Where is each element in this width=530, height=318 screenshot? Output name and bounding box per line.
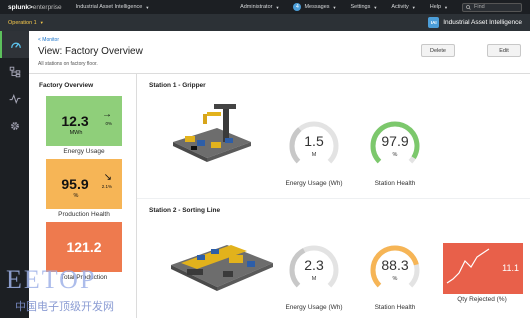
watermark-logo: EETOP [6,265,97,294]
operation-selector[interactable]: Operation 1 ▼ [8,20,44,26]
gauge-value: 97.9 [381,133,409,149]
gauge-unit: % [392,276,398,282]
sidebar-item-activity[interactable] [0,85,29,112]
trend-flat-icon: → [102,109,112,120]
gauge-unit: M [311,276,317,282]
sparkline-label: Qty Rejected (%) [457,296,507,303]
find-placeholder: Find [474,4,485,10]
gauge-label: Energy Usage (Wh) [285,304,343,311]
activity-label: Activity [391,4,409,10]
qty-rejected-tile[interactable]: 11.1 [443,243,523,294]
brand-enterprise: enterprise [32,3,62,11]
chevron-down-icon: ▼ [275,4,280,10]
station-title: Station 2 - Sorting Line [149,207,221,214]
gauge-label: Energy Usage (Wh) [285,180,343,187]
gauge-unit: M [311,152,317,158]
station-health-gauge: 97.9 % Station Health [365,119,425,199]
settings-menu[interactable]: Settings ▼ [350,4,377,10]
watermark-subtitle: 中国电子顶级开发网 [15,301,114,313]
breadcrumb[interactable]: < Monitor [38,37,521,43]
energy-usage-gauge: 2.3 M Energy Usage (Wh) [284,243,344,318]
messages-label: Messages [304,4,330,10]
help-label: Help [429,4,442,10]
gauge-label: Station Health [374,304,416,311]
operation-label: Operation 1 [8,19,37,26]
search-icon [466,4,471,10]
gauge-unit: % [392,152,398,158]
tile-value: 95.9 [61,176,89,192]
tile-value: 121.2 [66,239,102,255]
chevron-down-icon: ▼ [373,4,378,10]
sparkline-value: 11.1 [502,263,519,273]
energy-usage-gauge: 1.5 M Energy Usage (Wh) [284,119,344,199]
messages-menu[interactable]: 4 Messages ▼ [293,3,336,11]
tile-unit: % [73,193,79,199]
page-header: < Monitor View: Factory Overview All sta… [29,31,530,74]
app-title: IAI Industrial Asset Intelligence [428,17,522,28]
settings-label: Settings [350,4,371,10]
station-1-panel: Station 1 - Gripper 1.5 M Energy Usage (… [137,74,530,198]
tile-unit: MWh [69,130,83,136]
tile-label: Production Health [58,211,110,218]
splunk-logo[interactable]: splunk>enterprise [8,4,62,11]
delete-button[interactable]: Delete [421,44,455,57]
edit-button[interactable]: Edit [487,44,521,57]
station-health-gauge: 88.3 % Station Health [365,243,425,318]
production-health-tile[interactable]: 95.9 ↘ 2.1% % [46,159,122,209]
gripper-machine-image [173,104,251,162]
tile-change: 2.1% [101,184,112,189]
gauge-value: 2.3 [304,257,324,273]
brand-main: splunk> [8,3,33,11]
gauge-label: Station Health [374,180,416,187]
gauge-icon [10,42,21,48]
gear-icon [10,121,19,130]
sidebar-item-monitor[interactable] [0,31,29,58]
app-menu-label: Industrial Asset Intelligence [75,4,143,10]
messages-count-badge: 4 [293,3,302,11]
activity-menu[interactable]: Activity ▼ [391,4,415,10]
station-title: Station 1 - Gripper [149,82,206,89]
gauge-value: 88.3 [381,257,409,273]
pulse-icon [9,93,20,104]
app-logo-icon: IAI [428,17,440,28]
hierarchy-icon [9,66,20,77]
energy-usage-tile[interactable]: 12.3 → 0% MWh [46,96,122,146]
sparkline [446,248,490,284]
gauge-value: 1.5 [304,133,324,149]
trend-down-icon: ↘ [103,172,112,183]
chevron-down-icon: ▼ [444,4,448,10]
sidebar-item-settings[interactable] [0,112,29,139]
sidebar-item-hierarchy[interactable] [0,58,29,85]
page-subtitle: All stations on factory floor. [38,61,98,67]
app-bar: Operation 1 ▼ IAI Industrial Asset Intell… [0,14,530,31]
find-input[interactable]: Find [462,2,522,12]
chevron-down-icon: ▼ [145,4,150,10]
administrator-menu[interactable]: Administrator ▼ [240,4,279,10]
administrator-label: Administrator [240,4,273,10]
overview-title: Factory Overview [39,82,94,89]
tile-change: 0% [105,121,112,126]
top-nav-bar: splunk>enterprise Industrial Asset Intel… [0,0,530,14]
app-title-label: Industrial Asset Intelligence [443,19,522,26]
tile-label: Energy Usage [63,148,105,155]
tile-value: 12.3 [61,113,89,129]
app-menu[interactable]: Industrial Asset Intelligence ▼ [76,4,150,10]
chevron-down-icon: ▼ [332,4,337,10]
chevron-down-icon: ▼ [411,4,416,10]
sorting-line-machine-image [171,245,273,291]
chevron-down-icon: ▼ [39,20,44,25]
help-menu[interactable]: Help ▼ [430,4,448,10]
